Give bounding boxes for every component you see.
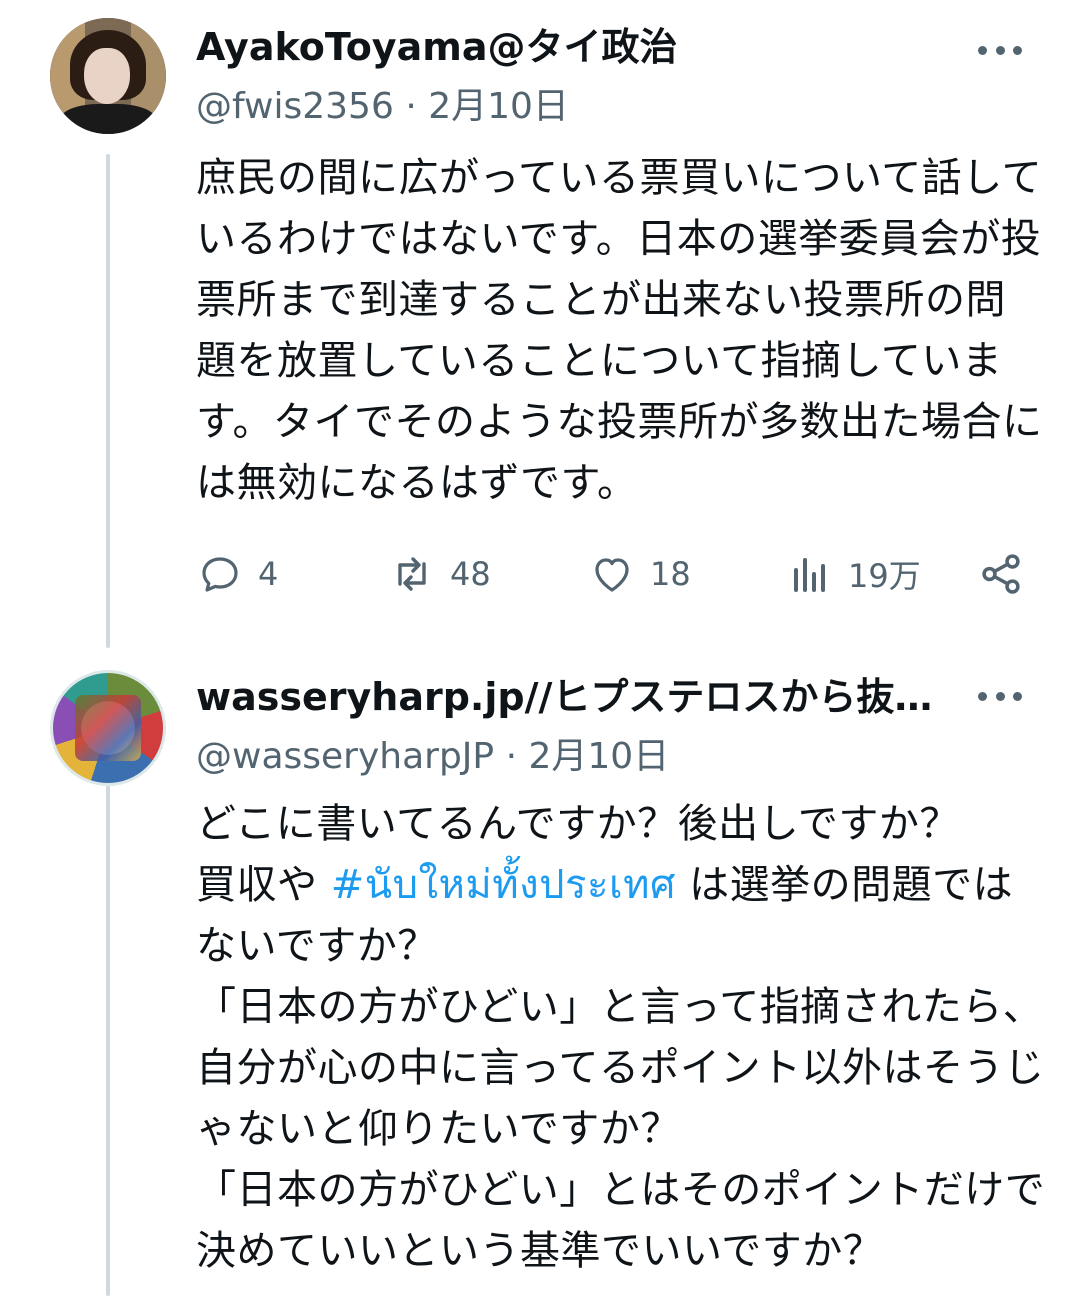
reply-icon (202, 557, 238, 592)
share-icon (982, 554, 1020, 594)
views-icon (794, 558, 825, 592)
thread-line (106, 154, 110, 648)
reply-count: 4 (258, 555, 279, 593)
handle-and-date: @fwis2356 · 2月10日 (196, 84, 569, 130)
tweet[interactable]: AyakoToyama@タイ政治 @fwis2356 · 2月10日 庶民の間に… (0, 0, 1080, 650)
more-icon[interactable] (978, 686, 1022, 706)
tweet-text-part: は選挙の問題ではないですか？ 「日本の方がひどい」と言って指摘されたら、自分が心… (196, 862, 1046, 1274)
handle-and-date: @wasseryharpJP · 2月10日 (196, 734, 669, 780)
share-button[interactable] (976, 546, 1026, 602)
thread-line (106, 768, 110, 1296)
more-icon[interactable] (978, 40, 1022, 60)
action-bar: 4 48 18 19万 (196, 546, 1036, 602)
display-name[interactable]: wasseryharp.jp//ヒプステロスから抜… (196, 672, 966, 722)
timeline: AyakoToyama@タイ政治 @fwis2356 · 2月10日 庶民の間に… (0, 0, 1080, 1296)
reply-button[interactable]: 4 (196, 546, 278, 602)
tweet[interactable]: wasseryharp.jp//ヒプステロスから抜… @wasseryharpJ… (0, 650, 1080, 1296)
avatar[interactable] (50, 670, 166, 786)
like-icon (595, 558, 629, 592)
display-name[interactable]: AyakoToyama@タイ政治 (196, 22, 956, 72)
retweet-count: 48 (450, 555, 491, 593)
hashtag-link[interactable]: #นับใหม่ทั้งประเทศ (331, 862, 676, 908)
date-separator: · (405, 86, 417, 127)
tweet-text: 庶民の間に広がっている票買いについて話しているわけではないです。日本の選挙委員会… (196, 155, 1043, 506)
like-count: 18 (650, 555, 691, 593)
views-button[interactable]: 19万 (786, 546, 921, 602)
timestamp[interactable]: 2月10日 (428, 86, 569, 127)
handle[interactable]: @fwis2356 (196, 86, 394, 127)
avatar[interactable] (50, 18, 166, 134)
like-button[interactable]: 18 (588, 546, 691, 602)
handle[interactable]: @wasseryharpJP (196, 736, 494, 777)
tweet-text: どこに書いてるんですか？後出しですか？ 買収や #นับใหม่ทั้งประเ… (196, 794, 1046, 1282)
view-count: 19万 (848, 557, 921, 595)
retweet-icon (398, 557, 426, 591)
date-separator: · (505, 736, 518, 777)
timestamp[interactable]: 2月10日 (528, 736, 669, 777)
retweet-button[interactable]: 48 (388, 546, 491, 602)
